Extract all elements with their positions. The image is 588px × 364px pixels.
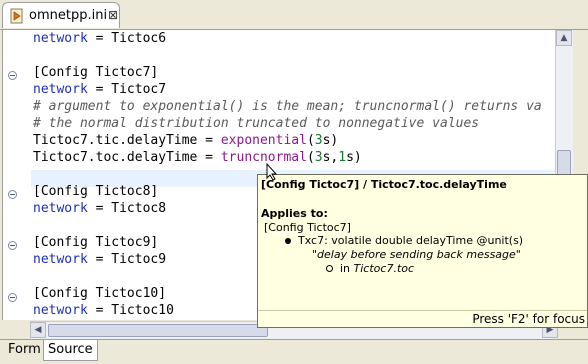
hover-tooltip: [Config Tictoc7] / Tictoc7.toc.delayTime… (257, 174, 588, 328)
tab-source[interactable]: Source (43, 340, 98, 361)
ini-file-icon (10, 8, 23, 24)
close-tab-icon[interactable]: ⊠ (108, 7, 118, 23)
code-token: Tictoc7.tic.delayTime = (33, 133, 221, 148)
folding-ruler (3, 30, 31, 320)
code-line: [Config Tictoc9] (33, 234, 158, 251)
tooltip-footer: Press 'F2' for focus (258, 310, 587, 327)
tooltip-param-description: "delay before sending back message" (312, 248, 521, 261)
code-token: s, (322, 150, 339, 165)
code-line: # the normal distribution truncated to n… (33, 115, 479, 132)
code-line: network = Tictoc9 (33, 251, 166, 268)
tooltip-applies-label: Applies to: (261, 207, 328, 220)
code-token: [Config Tictoc10] (33, 286, 167, 301)
code-token: truncnormal (220, 150, 307, 165)
horizontal-scroll-thumb[interactable] (48, 324, 268, 337)
bullet-icon (285, 238, 291, 244)
code-line: [Config Tictoc10] (33, 285, 166, 302)
tooltip-location: in Tictoc7.toc (340, 262, 414, 275)
fold-toggle-icon[interactable] (8, 241, 17, 250)
code-token: [Config Tictoc7] (33, 65, 159, 80)
tooltip-config: [Config Tictoc7] (264, 221, 351, 234)
code-token: [Config Tictoc9] (33, 235, 159, 250)
code-token: ( (306, 150, 315, 165)
editor-tab-strip: omnetpp.ini ⊠ (0, 0, 588, 30)
code-token: 3 (314, 133, 323, 148)
tooltip-param-declaration: Txc7: volatile double delayTime @unit(s) (298, 234, 524, 247)
circle-bullet-icon (326, 265, 333, 272)
code-token: network (33, 252, 88, 267)
fold-toggle-icon[interactable] (8, 293, 17, 302)
code-token: = Tictoc7 (87, 82, 167, 97)
code-line: # argument to exponential() is the mean;… (33, 98, 542, 115)
code-token: network (33, 303, 88, 318)
tab-form[interactable]: Form (4, 340, 45, 361)
fold-toggle-icon[interactable] (8, 190, 17, 199)
tooltip-location-module: Tictoc7.toc (353, 262, 415, 275)
code-line: network = Tictoc7 (33, 81, 166, 98)
code-line: Tictoc7.tic.delayTime = exponential(3s) (33, 132, 338, 149)
code-token: s) (322, 133, 339, 148)
code-token: exponential (220, 133, 307, 148)
code-token: 3 (314, 150, 323, 165)
code-token: = Tictoc6 (87, 31, 167, 46)
tooltip-header: [Config Tictoc7] / Tictoc7.toc.delayTime (261, 178, 507, 191)
code-token: = Tictoc10 (87, 303, 174, 318)
code-line: network = Tictoc10 (33, 302, 174, 319)
scroll-up-icon[interactable]: ▲ (556, 30, 572, 46)
code-token: network (33, 31, 88, 46)
code-token: s) (346, 150, 362, 165)
code-token: [Config Tictoc8] (33, 184, 159, 199)
tooltip-location-prefix: in (340, 262, 354, 275)
editor-mode-tabs: Form Source (0, 339, 588, 364)
tab-filename: omnetpp.ini (29, 8, 108, 23)
code-token: # the normal distribution truncated to n… (33, 116, 480, 131)
editor-window: omnetpp.ini ⊠ network = Tictoc6 [Config T… (0, 0, 588, 364)
fold-toggle-icon[interactable] (8, 71, 17, 80)
code-token: network (33, 82, 88, 97)
code-token: ( (306, 133, 315, 148)
code-token: 1 (338, 150, 347, 165)
code-token: = Tictoc9 (87, 252, 167, 267)
scroll-left-icon[interactable]: ◀ (30, 322, 46, 338)
editor-tab-omnetpp-ini[interactable]: omnetpp.ini ⊠ (2, 2, 120, 28)
code-line: network = Tictoc8 (33, 200, 166, 217)
code-token: = Tictoc8 (87, 201, 167, 216)
mouse-pointer-icon (266, 163, 278, 181)
code-token: network (33, 201, 88, 216)
tooltip-focus-hint: Press 'F2' for focus (472, 312, 585, 326)
code-line: Tictoc7.toc.delayTime = truncnormal(3s,1… (33, 149, 362, 166)
code-token: Tictoc7.toc.delayTime = (33, 150, 221, 165)
code-line: [Config Tictoc7] (33, 64, 158, 81)
code-line: network = Tictoc6 (33, 30, 166, 47)
code-line: [Config Tictoc8] (33, 183, 158, 200)
code-token: # argument to exponential() is the mean;… (33, 99, 542, 114)
